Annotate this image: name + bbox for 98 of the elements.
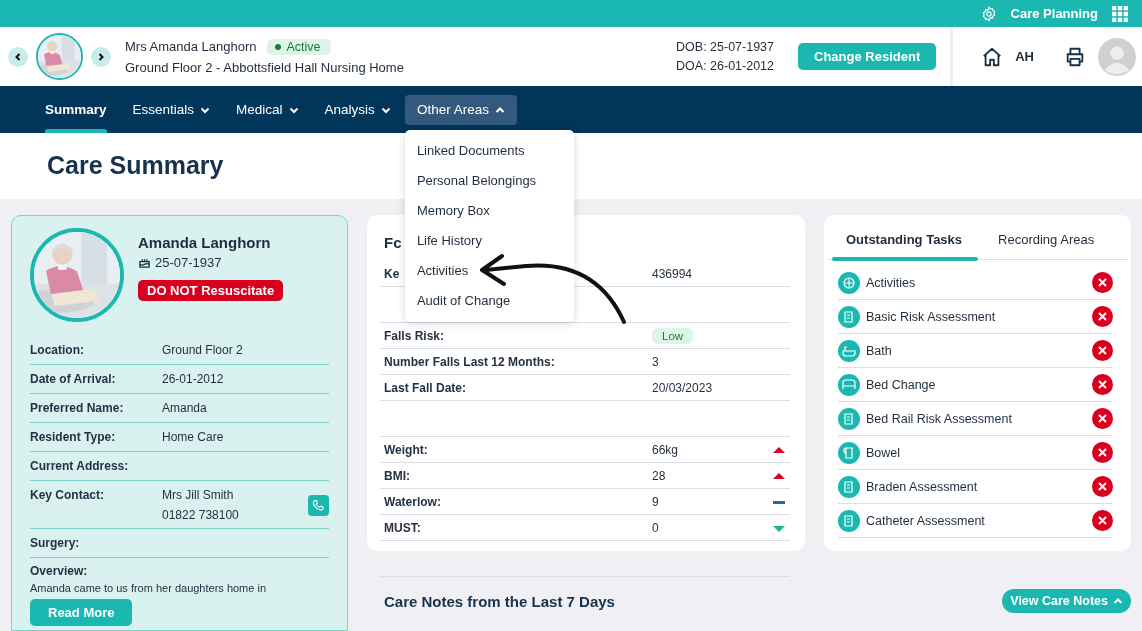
nav-tab[interactable]: Other Areas (404, 94, 517, 125)
nav-tab[interactable]: Essentials (120, 94, 223, 125)
row-value: 66kg (652, 442, 679, 457)
task-label: Catheter Assessment (866, 513, 985, 528)
field-value: Home Care (162, 430, 224, 444)
overview-text: Amanda came to us from her daughters home in (30, 582, 267, 595)
remove-button[interactable] (1092, 272, 1113, 293)
nav-tab[interactable]: Summary (33, 94, 119, 125)
close-icon (1092, 306, 1113, 327)
field-value: Mrs Jill Smith (162, 488, 235, 502)
cake-icon (138, 256, 151, 269)
remove-button[interactable] (1092, 374, 1113, 395)
row-value: 0 (652, 520, 659, 535)
remove-button[interactable] (1092, 510, 1113, 531)
bathtub-icon (838, 339, 860, 362)
tab[interactable]: Recording Areas (980, 223, 1113, 259)
app-name: Care Planning (1010, 6, 1098, 21)
date-of-arrival: DOA: 26-01-2012 (676, 59, 775, 73)
close-icon (1092, 340, 1113, 361)
field-label: Preferred Name: (30, 401, 125, 416)
printer-icon[interactable] (1064, 45, 1086, 68)
tab[interactable]: Outstanding Tasks (828, 223, 981, 259)
remove-button[interactable] (1092, 408, 1113, 429)
menu-item[interactable]: Audit of Change (404, 286, 574, 316)
close-icon (1092, 476, 1113, 497)
card-heading: Fc (384, 234, 402, 251)
field-value: Amanda (162, 401, 207, 415)
menu-item[interactable]: Activities (404, 256, 574, 286)
row-label: Last Fall Date: (384, 380, 467, 395)
document-icon (838, 407, 860, 430)
section-title: Care Notes from the Last 7 Days (384, 592, 615, 610)
task-label: Bowel (866, 445, 901, 460)
field-label: Date of Arrival: (30, 372, 117, 387)
date-of-birth: 25-07-1937 (155, 255, 222, 270)
row-value: 436994 (652, 266, 693, 281)
close-icon (1092, 510, 1113, 531)
risk-badge: Low (652, 327, 694, 344)
field-value: Ground Floor 2 (162, 343, 243, 357)
paper-roll-icon (838, 441, 860, 464)
row-value: 9 (652, 494, 659, 509)
row-label: Weight: (384, 442, 428, 457)
menu-item[interactable]: Linked Documents (404, 136, 574, 166)
nav-tab[interactable]: Medical (224, 94, 311, 125)
bed-icon (838, 373, 860, 396)
remove-button[interactable] (1092, 340, 1113, 361)
remove-button[interactable] (1092, 442, 1113, 463)
row-value: 3 (652, 354, 659, 369)
ball-icon (838, 271, 860, 294)
close-icon (1092, 272, 1113, 293)
row-value: 20/03/2023 (652, 380, 713, 395)
chevron-up-icon (1113, 596, 1123, 606)
task-label: Basic Risk Assessment (866, 309, 996, 324)
field-label: Current Address: (30, 459, 130, 474)
task-label: Bath (866, 343, 892, 358)
menu-item[interactable]: Life History (404, 226, 574, 256)
field-label: Location: (30, 343, 85, 358)
remove-button[interactable] (1092, 306, 1113, 327)
resident-name: Amanda Langhorn (138, 234, 271, 251)
menu-item[interactable]: Memory Box (404, 196, 574, 226)
field-label: Overview: (30, 564, 89, 578)
date-of-birth: DOB: 25-07-1937 (676, 40, 775, 54)
row-label: BMI: (384, 468, 410, 483)
task-label: Bed Change (866, 377, 936, 392)
chevron-icon (96, 51, 106, 62)
document-icon (838, 509, 860, 532)
field-label: Surgery: (30, 536, 81, 551)
row-value: 28 (652, 468, 666, 483)
task-label: Activities (866, 275, 916, 290)
resuscitation-alert: DO NOT Resuscitate (138, 280, 284, 301)
previous-button[interactable] (8, 46, 28, 67)
nav-tab[interactable]: Analysis (312, 94, 403, 125)
field-label: Key Contact: (30, 488, 105, 504)
user-initials: AH (1015, 49, 1034, 64)
status-badge: Active (266, 38, 331, 55)
home-icon[interactable] (981, 45, 1004, 68)
resident-location: Ground Floor 2 - Abbottsfield Hall Nursing Home (125, 59, 404, 75)
document-icon (838, 475, 860, 498)
task-label: Bed Rail Risk Assessment (866, 411, 1012, 426)
menu-item[interactable]: Personal Belongings (404, 166, 574, 196)
document-icon (838, 305, 860, 328)
field-value: 01822 738100 (162, 508, 239, 522)
row-label: MUST: (384, 520, 421, 535)
row-label: Ke (384, 266, 400, 281)
next-button[interactable] (91, 46, 111, 67)
close-icon (1092, 408, 1113, 429)
row-label: Falls Risk: (384, 328, 445, 343)
task-label: Braden Assessment (866, 479, 978, 494)
active-tab-indicator (45, 129, 107, 133)
resident-name: Mrs Amanda Langhorn (125, 39, 257, 54)
close-icon (1092, 374, 1113, 395)
field-label: Resident Type: (30, 430, 117, 445)
row-label: Waterlow: (384, 494, 441, 509)
remove-button[interactable] (1092, 476, 1113, 497)
row-label: Number Falls Last 12 Months: (384, 354, 555, 369)
phone-icon (312, 498, 325, 512)
chevron-icon (13, 51, 23, 62)
field-value: 26-01-2012 (162, 372, 224, 386)
close-icon (1092, 442, 1113, 463)
